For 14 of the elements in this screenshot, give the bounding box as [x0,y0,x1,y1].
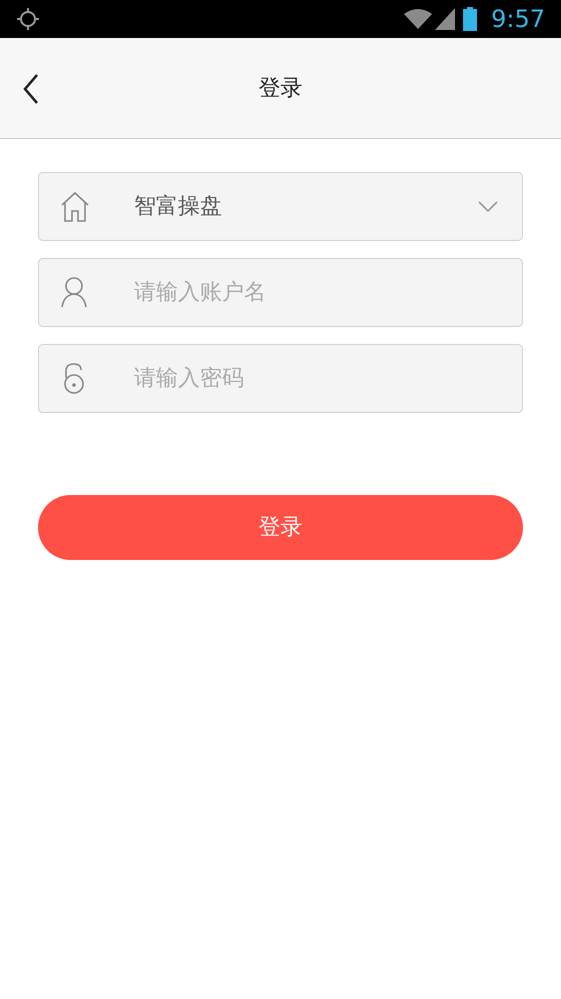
status-time: 9:57 [491,4,545,35]
battery-icon [463,7,478,31]
back-icon [23,74,39,104]
password-field[interactable]: 请输入密码 [38,344,523,413]
page-title: 登录 [258,74,302,102]
home-icon [60,190,90,222]
padlock-icon [63,362,85,394]
account-type-dropdown[interactable]: 智富操盘 [38,172,523,241]
gps-icon [16,7,40,31]
chevron-down-icon [478,200,498,212]
wifi-icon [403,7,434,31]
user-icon [61,276,87,308]
username-field[interactable]: 请输入账户名 [38,258,523,327]
signal-icon [435,8,456,30]
